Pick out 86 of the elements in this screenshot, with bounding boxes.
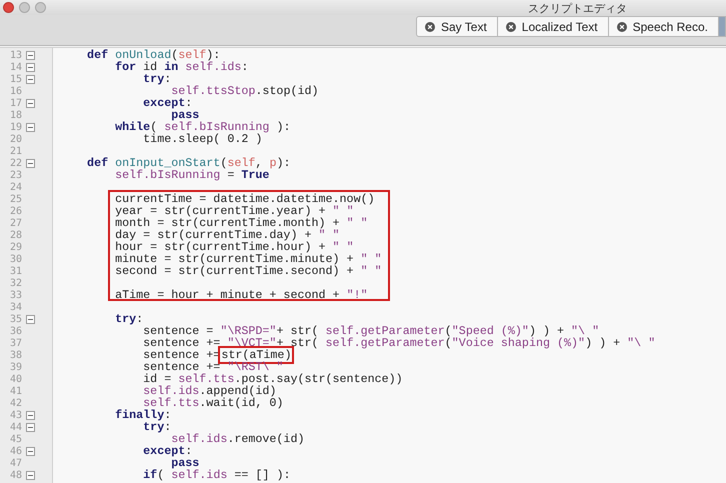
code-line: day = str(currentTime.day) + " " bbox=[114, 228, 340, 242]
code-line: currentTime = datetime.datetime.now() bbox=[114, 192, 375, 206]
window-title: スクリプトエディタ bbox=[528, 2, 627, 16]
line-number: 39 bbox=[8, 362, 22, 372]
code-line: finally: bbox=[114, 408, 172, 422]
line-number: 28 bbox=[8, 230, 22, 240]
line-number: 34 bbox=[8, 302, 22, 312]
code-line: try: bbox=[143, 420, 172, 434]
code-line: minute = str(currentTime.minute) + " " bbox=[114, 252, 382, 266]
code-line: def onInput_onStart(self, p): bbox=[86, 156, 290, 170]
collapse-icon[interactable] bbox=[26, 62, 35, 72]
collapse-icon[interactable] bbox=[26, 98, 35, 108]
line-number: 29 bbox=[8, 242, 22, 252]
line-number: 13 bbox=[8, 50, 22, 60]
code-line: hour = str(currentTime.hour) + " " bbox=[114, 240, 354, 254]
line-number: 44 bbox=[8, 422, 22, 432]
collapse-icon[interactable] bbox=[26, 410, 35, 420]
line-number: 17 bbox=[8, 98, 22, 108]
collapse-icon[interactable] bbox=[26, 50, 35, 60]
line-number: 41 bbox=[8, 386, 22, 396]
collapse-icon[interactable] bbox=[26, 74, 35, 84]
code-line: sentence += "\RST\ " bbox=[142, 360, 284, 374]
code-line: try: bbox=[142, 72, 172, 86]
line-number: 36 bbox=[8, 326, 22, 336]
line-number: 48 bbox=[8, 470, 22, 480]
line-number: 32 bbox=[8, 278, 22, 288]
code-line: pass bbox=[171, 108, 200, 122]
line-number: 31 bbox=[8, 266, 22, 276]
line-number: 35 bbox=[8, 314, 22, 324]
close-icon[interactable] bbox=[424, 22, 435, 32]
close-icon[interactable] bbox=[616, 22, 627, 32]
code-line: for id in self.ids: bbox=[114, 60, 248, 74]
code-line: self.ids.remove(id) bbox=[170, 432, 304, 446]
collapse-icon[interactable] bbox=[26, 122, 35, 132]
line-number: 19 bbox=[8, 122, 22, 132]
code-line: pass bbox=[171, 456, 200, 470]
close-icon[interactable] bbox=[506, 22, 516, 32]
line-number: 20 bbox=[8, 134, 22, 144]
line-number: 37 bbox=[8, 338, 22, 348]
code-line: if( self.ids == [] ): bbox=[142, 468, 290, 482]
collapse-icon[interactable] bbox=[26, 422, 35, 432]
line-number: 14 bbox=[8, 62, 22, 72]
close-button[interactable] bbox=[3, 2, 14, 13]
code-line: except: bbox=[142, 444, 192, 458]
line-number: 47 bbox=[8, 458, 22, 468]
line-number: 21 bbox=[8, 146, 22, 156]
collapse-icon[interactable] bbox=[26, 158, 35, 168]
tab[interactable]: Say Text bbox=[416, 16, 498, 37]
line-number: 27 bbox=[8, 218, 22, 228]
line-number: 40 bbox=[8, 374, 22, 384]
code-line: self.ids.append(id) bbox=[142, 384, 276, 398]
line-number: 26 bbox=[8, 206, 22, 216]
line-number: 18 bbox=[8, 110, 22, 120]
code-line: sentence = "\RSPD="+ str( self.getParameter("Speed (%)") ) + "\ " bbox=[142, 324, 600, 338]
collapse-icon[interactable] bbox=[26, 470, 35, 480]
code-line: except: bbox=[142, 96, 192, 110]
code-line: self.ttsStop.stop(id) bbox=[170, 84, 319, 98]
tab[interactable]: Localized Text bbox=[498, 16, 609, 37]
line-number: 38 bbox=[8, 350, 22, 360]
line-number: 43 bbox=[8, 410, 22, 420]
line-number: 23 bbox=[8, 170, 22, 180]
line-number: 15 bbox=[8, 74, 22, 84]
line-number: 30 bbox=[8, 254, 22, 264]
line-number: 46 bbox=[8, 446, 22, 456]
collapse-icon[interactable] bbox=[26, 314, 35, 324]
code-line: second = str(currentTime.second) + " " bbox=[114, 264, 382, 278]
code-line: while( self.bIsRunning ): bbox=[114, 120, 290, 134]
line-number: 45 bbox=[8, 434, 22, 444]
collapse-icon[interactable] bbox=[26, 446, 35, 456]
code-line: month = str(currentTime.month) + " " bbox=[114, 216, 368, 230]
line-number: 42 bbox=[8, 398, 22, 408]
code-line: sentence += "\VCT="+ str( self.getParameter("Voice shaping (%)") ) + "\ " bbox=[142, 336, 656, 350]
code-line: aTime = hour + minute + second + "!" bbox=[114, 288, 368, 302]
line-number: 25 bbox=[8, 194, 22, 204]
code-line: year = str(currentTime.year) + " " bbox=[114, 204, 354, 218]
line-number: 16 bbox=[8, 86, 22, 96]
code-line: self.bIsRunning = True bbox=[114, 168, 270, 182]
code-line: try: bbox=[114, 312, 144, 326]
line-number: 24 bbox=[8, 182, 22, 192]
line-number: 33 bbox=[8, 290, 22, 300]
tab[interactable]: Speech Reco. bbox=[608, 16, 719, 37]
code-line: def onUnload(self): bbox=[86, 48, 220, 62]
code-line: id = self.tts.post.say(str(sentence)) bbox=[142, 372, 403, 386]
code-line: self.tts.wait(id, 0) bbox=[143, 396, 284, 410]
line-number: 22 bbox=[8, 158, 22, 168]
code-line: time.sleep( 0.2 ) bbox=[142, 132, 262, 146]
